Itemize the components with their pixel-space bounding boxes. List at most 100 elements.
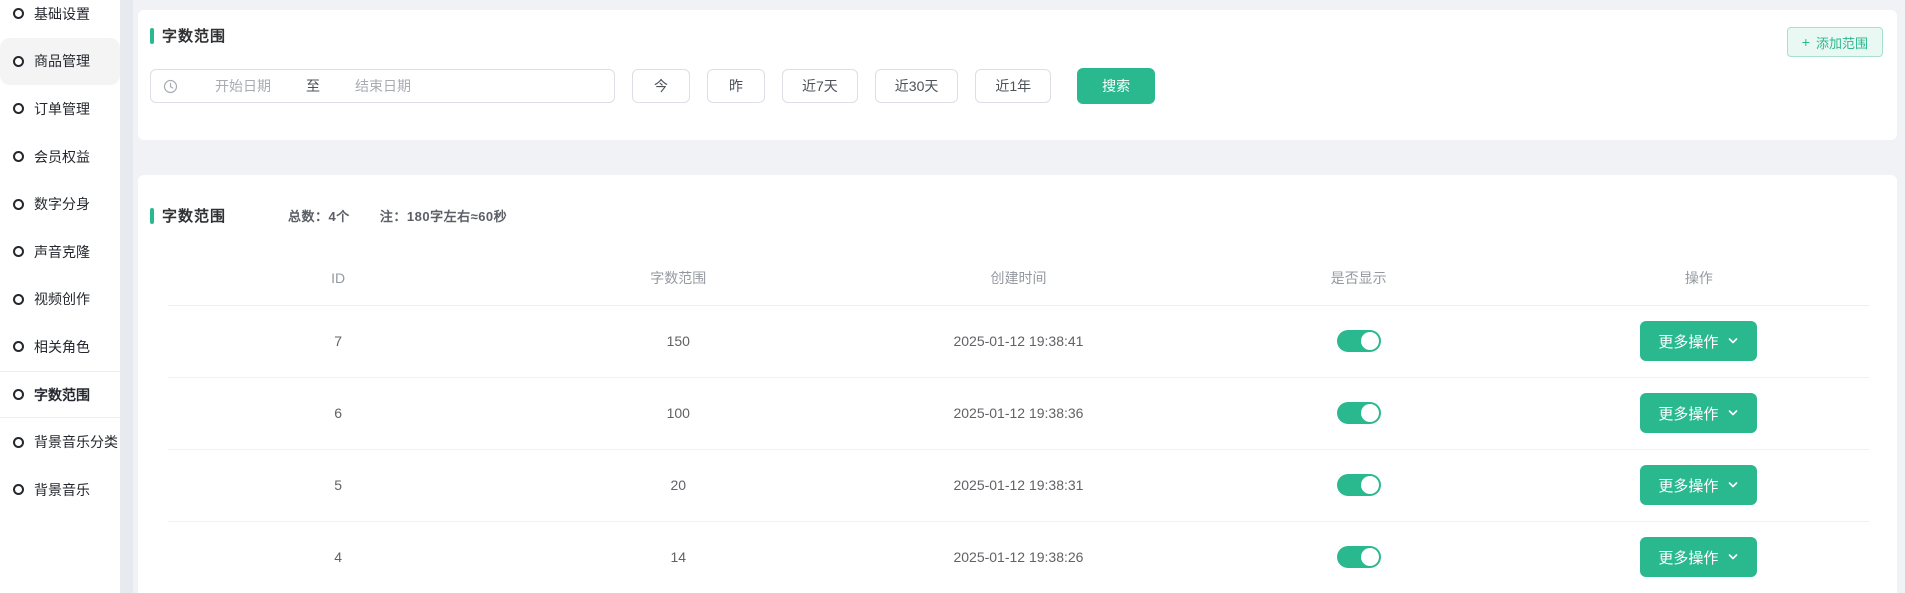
table-row: 5 20 2025-01-12 19:38:31 更多操作 bbox=[168, 449, 1869, 521]
radio-circle-icon bbox=[13, 56, 24, 67]
radio-circle-icon bbox=[13, 437, 24, 448]
sidebar-item-0[interactable]: 基础设置 bbox=[0, 0, 120, 38]
sidebar-item-2[interactable]: 订单管理 bbox=[0, 85, 120, 133]
title-accent-bar bbox=[150, 208, 154, 224]
sidebar-item-10[interactable]: 背景音乐 bbox=[0, 466, 120, 514]
cell-actions: 更多操作 bbox=[1529, 521, 1869, 593]
chevron-down-icon bbox=[1727, 407, 1739, 419]
table-header-row: ID 字数范围 创建时间 是否显示 操作 bbox=[168, 251, 1869, 305]
filter-card: 字数范围 + 添加范围 至 今 昨 近7天 近30天 近1 bbox=[138, 10, 1897, 140]
total-count-label: 总数：4个 bbox=[288, 209, 350, 224]
add-range-label: 添加范围 bbox=[1816, 33, 1868, 52]
filter-card-header: 字数范围 bbox=[150, 25, 1885, 46]
cell-created: 2025-01-12 19:38:36 bbox=[848, 377, 1188, 449]
radio-circle-icon bbox=[13, 8, 24, 19]
sidebar-item-label: 数字分身 bbox=[34, 194, 90, 214]
column-header-visible: 是否显示 bbox=[1189, 251, 1529, 305]
date-range-separator: 至 bbox=[306, 76, 320, 96]
more-actions-label: 更多操作 bbox=[1658, 475, 1718, 496]
cell-created: 2025-01-12 19:38:26 bbox=[848, 521, 1188, 593]
quick-filter-today-button[interactable]: 今 bbox=[632, 69, 690, 103]
cell-id: 6 bbox=[168, 377, 508, 449]
table-card: 字数范围 总数：4个 注：180字左右≈60秒 ID 字数范围 创建时间 是否显… bbox=[138, 175, 1897, 593]
sidebar-scrollbar[interactable] bbox=[120, 0, 133, 593]
radio-circle-icon bbox=[13, 294, 24, 305]
visibility-toggle[interactable] bbox=[1337, 330, 1381, 352]
cell-visible bbox=[1189, 377, 1529, 449]
sidebar-item-label: 会员权益 bbox=[34, 147, 90, 167]
cell-range: 150 bbox=[508, 305, 848, 377]
quick-filter-yesterday-button[interactable]: 昨 bbox=[707, 69, 765, 103]
cell-range: 100 bbox=[508, 377, 848, 449]
cell-range: 20 bbox=[508, 449, 848, 521]
chevron-down-icon bbox=[1727, 551, 1739, 563]
sidebar-item-1[interactable]: 商品管理 bbox=[0, 38, 120, 86]
cell-range: 14 bbox=[508, 521, 848, 593]
radio-circle-icon bbox=[13, 246, 24, 257]
sidebar-item-label: 基础设置 bbox=[34, 4, 90, 24]
sidebar-item-8[interactable]: 字数范围 bbox=[0, 371, 120, 419]
table-row: 6 100 2025-01-12 19:38:36 更多操作 bbox=[168, 377, 1869, 449]
sidebar-item-5[interactable]: 声音克隆 bbox=[0, 228, 120, 276]
cell-actions: 更多操作 bbox=[1529, 305, 1869, 377]
search-button[interactable]: 搜索 bbox=[1077, 68, 1155, 104]
more-actions-button[interactable]: 更多操作 bbox=[1640, 465, 1757, 505]
visibility-toggle[interactable] bbox=[1337, 546, 1381, 568]
visibility-toggle[interactable] bbox=[1337, 474, 1381, 496]
quick-filter-1year-button[interactable]: 近1年 bbox=[975, 69, 1051, 103]
ranges-table: ID 字数范围 创建时间 是否显示 操作 7 150 2025-01-12 19… bbox=[168, 251, 1869, 593]
cell-id: 7 bbox=[168, 305, 508, 377]
table-card-meta: 总数：4个 注：180字左右≈60秒 bbox=[288, 206, 507, 225]
quick-filter-7days-button[interactable]: 近7天 bbox=[782, 69, 858, 103]
column-header-range: 字数范围 bbox=[508, 251, 848, 305]
sidebar-item-9[interactable]: 背景音乐分类 bbox=[0, 418, 120, 466]
cell-visible bbox=[1189, 449, 1529, 521]
cell-id: 4 bbox=[168, 521, 508, 593]
sidebar-item-label: 背景音乐分类 bbox=[34, 432, 118, 452]
chevron-down-icon bbox=[1727, 479, 1739, 491]
more-actions-label: 更多操作 bbox=[1658, 331, 1718, 352]
column-header-created: 创建时间 bbox=[848, 251, 1188, 305]
chevron-down-icon bbox=[1727, 335, 1739, 347]
quick-filter-30days-button[interactable]: 近30天 bbox=[875, 69, 959, 103]
clock-icon bbox=[163, 79, 178, 94]
sidebar-item-label: 商品管理 bbox=[34, 51, 90, 71]
sidebar-item-4[interactable]: 数字分身 bbox=[0, 180, 120, 228]
plus-icon: + bbox=[1802, 35, 1810, 49]
date-range-picker[interactable]: 至 bbox=[150, 69, 615, 103]
add-range-button[interactable]: + 添加范围 bbox=[1787, 27, 1883, 57]
sidebar-item-label: 背景音乐 bbox=[34, 480, 90, 500]
sidebar-item-label: 声音克隆 bbox=[34, 242, 90, 262]
filter-card-title: 字数范围 bbox=[162, 25, 226, 46]
sidebar-menu: 基础设置 商品管理 订单管理 会员权益 数字分身 声音克隆 视频创作 相关角色 … bbox=[0, 0, 120, 514]
more-actions-button[interactable]: 更多操作 bbox=[1640, 537, 1757, 577]
cell-visible bbox=[1189, 521, 1529, 593]
table-card-header: 字数范围 总数：4个 注：180字左右≈60秒 bbox=[150, 205, 1877, 226]
sidebar-item-label: 视频创作 bbox=[34, 289, 90, 309]
table-card-title: 字数范围 bbox=[162, 205, 226, 226]
sidebar-item-label: 相关角色 bbox=[34, 337, 90, 357]
note-label: 注：180字左右≈60秒 bbox=[380, 209, 507, 224]
column-header-id: ID bbox=[168, 251, 508, 305]
cell-actions: 更多操作 bbox=[1529, 449, 1869, 521]
table-body: 7 150 2025-01-12 19:38:41 更多操作 6 100 202… bbox=[168, 305, 1869, 593]
more-actions-button[interactable]: 更多操作 bbox=[1640, 321, 1757, 361]
sidebar-item-3[interactable]: 会员权益 bbox=[0, 133, 120, 181]
table-row: 7 150 2025-01-12 19:38:41 更多操作 bbox=[168, 305, 1869, 377]
sidebar-item-label: 字数范围 bbox=[34, 385, 90, 405]
main-content: 字数范围 + 添加范围 至 今 昨 近7天 近30天 近1 bbox=[133, 0, 1905, 593]
sidebar-item-6[interactable]: 视频创作 bbox=[0, 276, 120, 324]
more-actions-label: 更多操作 bbox=[1658, 547, 1718, 568]
cell-created: 2025-01-12 19:38:41 bbox=[848, 305, 1188, 377]
cell-actions: 更多操作 bbox=[1529, 377, 1869, 449]
radio-circle-icon bbox=[13, 484, 24, 495]
start-date-input[interactable] bbox=[184, 78, 302, 94]
more-actions-button[interactable]: 更多操作 bbox=[1640, 393, 1757, 433]
cell-id: 5 bbox=[168, 449, 508, 521]
sidebar-item-7[interactable]: 相关角色 bbox=[0, 323, 120, 371]
visibility-toggle[interactable] bbox=[1337, 402, 1381, 424]
end-date-input[interactable] bbox=[324, 78, 442, 94]
radio-circle-icon bbox=[13, 151, 24, 162]
radio-circle-icon bbox=[13, 341, 24, 352]
sidebar-item-label: 订单管理 bbox=[34, 99, 90, 119]
